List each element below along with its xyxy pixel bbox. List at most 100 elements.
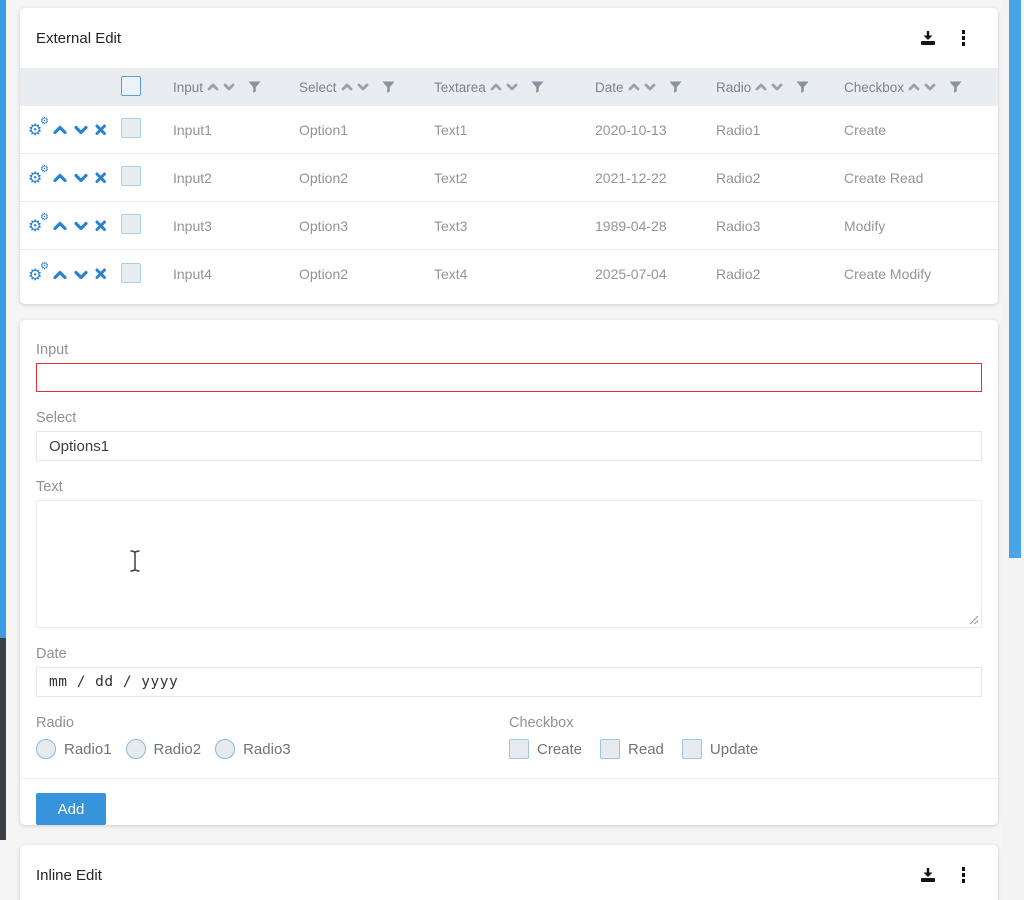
card-title: Inline Edit bbox=[36, 867, 102, 884]
sort-asc-icon[interactable] bbox=[341, 82, 353, 92]
cell-textarea: Text2 bbox=[434, 170, 595, 186]
row-checkbox[interactable] bbox=[121, 166, 141, 186]
cell-input: Input3 bbox=[173, 218, 299, 234]
column-header-radio: Radio bbox=[716, 80, 844, 95]
row-checkbox[interactable] bbox=[121, 263, 141, 283]
cell-radio: Radio3 bbox=[716, 218, 844, 234]
row-move-down-icon[interactable] bbox=[74, 269, 88, 280]
row-move-down-icon[interactable] bbox=[74, 124, 88, 135]
filter-icon[interactable] bbox=[669, 81, 682, 93]
input-field[interactable] bbox=[36, 363, 982, 392]
select-field[interactable]: Options1 bbox=[36, 431, 982, 461]
table-row: ⚙⚙ Input3 Option3 Text3 1989-04-28 Radio… bbox=[20, 202, 998, 250]
row-settings-icon[interactable]: ⚙⚙ bbox=[28, 266, 46, 283]
row-settings-icon[interactable]: ⚙⚙ bbox=[28, 217, 46, 234]
date-field[interactable]: mm / dd / yyyy bbox=[36, 667, 982, 697]
table-header-row: Input Select Textarea Date Radio bbox=[20, 68, 998, 106]
cell-input: Input2 bbox=[173, 170, 299, 186]
sort-asc-icon[interactable] bbox=[490, 82, 502, 92]
column-header-date: Date bbox=[595, 80, 716, 95]
column-header-textarea: Textarea bbox=[434, 80, 595, 95]
cell-select: Option3 bbox=[299, 218, 434, 234]
row-move-up-icon[interactable] bbox=[53, 220, 67, 231]
table-row: ⚙⚙ Input2 Option2 Text2 2021-12-22 Radio… bbox=[20, 154, 998, 202]
cell-textarea: Text1 bbox=[434, 122, 595, 138]
sort-asc-icon[interactable] bbox=[755, 82, 767, 92]
row-move-down-icon[interactable] bbox=[74, 172, 88, 183]
cell-date: 1989-04-28 bbox=[595, 218, 716, 234]
download-icon[interactable] bbox=[920, 867, 936, 883]
radio-option-radio1[interactable] bbox=[36, 739, 56, 759]
row-settings-icon[interactable]: ⚙⚙ bbox=[28, 169, 46, 186]
vertical-scrollbar-track[interactable] bbox=[1002, 0, 1024, 900]
sort-desc-icon[interactable] bbox=[771, 82, 783, 92]
select-label: Select bbox=[36, 409, 982, 427]
sort-desc-icon[interactable] bbox=[924, 82, 936, 92]
filter-icon[interactable] bbox=[248, 81, 261, 93]
kebab-menu-icon[interactable] bbox=[960, 865, 968, 885]
radio-option-label: Radio2 bbox=[154, 741, 202, 758]
cell-radio: Radio2 bbox=[716, 266, 844, 282]
sort-desc-icon[interactable] bbox=[506, 82, 518, 92]
external-edit-card-header: External Edit bbox=[20, 8, 998, 68]
sort-asc-icon[interactable] bbox=[628, 82, 640, 92]
row-move-up-icon[interactable] bbox=[53, 124, 67, 135]
row-settings-icon[interactable]: ⚙⚙ bbox=[28, 121, 46, 138]
radio-option-radio2[interactable] bbox=[126, 739, 146, 759]
row-checkbox[interactable] bbox=[121, 118, 141, 138]
cell-checkbox: Create bbox=[844, 122, 998, 138]
add-form-card: Input Select Options1 Text Date mm / dd … bbox=[20, 320, 998, 825]
text-cursor-icon bbox=[129, 549, 141, 573]
cell-textarea: Text4 bbox=[434, 266, 595, 282]
radio-option-radio3[interactable] bbox=[215, 739, 235, 759]
sort-desc-icon[interactable] bbox=[644, 82, 656, 92]
row-move-up-icon[interactable] bbox=[53, 269, 67, 280]
vertical-scrollbar-thumb[interactable] bbox=[1009, 0, 1021, 558]
filter-icon[interactable] bbox=[949, 81, 962, 93]
cell-date: 2021-12-22 bbox=[595, 170, 716, 186]
row-delete-icon[interactable] bbox=[95, 172, 107, 184]
cell-date: 2025-07-04 bbox=[595, 266, 716, 282]
checkbox-option-create[interactable] bbox=[509, 739, 529, 759]
filter-icon[interactable] bbox=[531, 81, 544, 93]
column-header-select: Select bbox=[299, 80, 434, 95]
row-delete-icon[interactable] bbox=[95, 268, 107, 280]
checkbox-option-label: Read bbox=[628, 741, 664, 758]
cell-select: Option2 bbox=[299, 266, 434, 282]
row-delete-icon[interactable] bbox=[95, 124, 107, 136]
cell-input: Input4 bbox=[173, 266, 299, 282]
date-label: Date bbox=[36, 645, 982, 663]
resize-handle-icon[interactable] bbox=[969, 615, 979, 625]
row-move-up-icon[interactable] bbox=[53, 172, 67, 183]
radio-group-label: Radio bbox=[36, 714, 509, 732]
filter-icon[interactable] bbox=[796, 81, 809, 93]
add-button[interactable]: Add bbox=[36, 793, 106, 825]
left-edge-dark-strip bbox=[0, 638, 6, 840]
input-label: Input bbox=[36, 341, 982, 359]
sort-asc-icon[interactable] bbox=[908, 82, 920, 92]
radio-option-label: Radio3 bbox=[243, 741, 291, 758]
checkbox-option-read[interactable] bbox=[600, 739, 620, 759]
cell-select: Option2 bbox=[299, 170, 434, 186]
column-header-input: Input bbox=[173, 80, 299, 95]
kebab-menu-icon[interactable] bbox=[960, 28, 968, 48]
checkbox-option-label: Create bbox=[537, 741, 582, 758]
left-edge-blue-strip bbox=[0, 0, 6, 638]
sort-desc-icon[interactable] bbox=[357, 82, 369, 92]
download-icon[interactable] bbox=[920, 30, 936, 46]
checkbox-group-label: Checkbox bbox=[509, 714, 982, 732]
select-all-checkbox[interactable] bbox=[121, 76, 141, 96]
text-area-field[interactable] bbox=[36, 500, 982, 628]
row-delete-icon[interactable] bbox=[95, 220, 107, 232]
sort-asc-icon[interactable] bbox=[207, 82, 219, 92]
row-checkbox[interactable] bbox=[121, 214, 141, 234]
card-title: External Edit bbox=[36, 30, 121, 47]
cell-radio: Radio2 bbox=[716, 170, 844, 186]
checkbox-option-update[interactable] bbox=[682, 739, 702, 759]
cell-checkbox: Modify bbox=[844, 218, 998, 234]
sort-desc-icon[interactable] bbox=[223, 82, 235, 92]
external-edit-card: External Edit Input Select Textarea D bbox=[20, 8, 998, 304]
inline-edit-card-header: Inline Edit bbox=[20, 845, 998, 900]
filter-icon[interactable] bbox=[382, 81, 395, 93]
row-move-down-icon[interactable] bbox=[74, 220, 88, 231]
